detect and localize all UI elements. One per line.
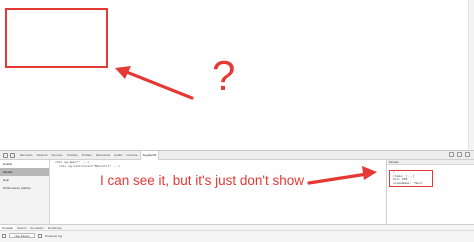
drawer-tab-rendering[interactable]: Rendering xyxy=(46,225,64,230)
devtools-toolbar: Elements Network Sources Timeline Profil… xyxy=(0,151,474,160)
tab-resources[interactable]: Resources xyxy=(94,151,112,160)
frame-select[interactable]: <top frame> xyxy=(9,233,36,238)
preserve-log-label: Preserve log xyxy=(45,233,63,238)
scope-tree: <div ng-app="" ...> <div ng-controller="… xyxy=(51,160,386,224)
models-panel: Models { items: [...] $id: 002 scopeName… xyxy=(386,160,474,224)
sidebar-item-performance[interactable]: Performance (Alpha) xyxy=(0,184,49,192)
dock-icon[interactable] xyxy=(457,152,462,157)
screenshot: ... Elements Network Sources Timeline Pr… xyxy=(0,0,474,242)
question-mark: ? xyxy=(212,52,236,99)
drawer-tabs: Console Search Emulation Rendering xyxy=(0,225,474,231)
tab-angularjs[interactable]: AngularJS xyxy=(139,151,160,160)
model-values-box: { items: [...] $id: 002 scopeName: 'Main… xyxy=(389,170,433,187)
tab-timeline[interactable]: Timeline xyxy=(65,151,80,160)
settings-icon[interactable] xyxy=(449,152,454,157)
tab-profiles[interactable]: Profiles xyxy=(80,151,94,160)
drawer-tab-console[interactable]: Console xyxy=(0,225,16,230)
preserve-log-checkbox[interactable] xyxy=(38,233,43,238)
close-icon[interactable] xyxy=(465,152,470,157)
scope-tree-line[interactable]: <div ng-controller="MainCtrl" ...> xyxy=(51,164,386,168)
box-placeholder-text: ... xyxy=(14,14,18,19)
viewport-scrollbar[interactable] xyxy=(468,0,474,150)
callout-text: I can see it, but it's just don't show xyxy=(100,173,305,188)
tab-sources[interactable]: Sources xyxy=(50,151,65,160)
missing-content-box: ... xyxy=(5,8,108,68)
tab-network[interactable]: Network xyxy=(35,151,50,160)
clear-console-icon[interactable] xyxy=(2,233,6,238)
angularjs-sidebar: Enable Models Help Performance (Alpha) xyxy=(0,160,50,224)
sidebar-item-enable[interactable]: Enable xyxy=(0,160,49,168)
devtools-panel: Elements Network Sources Timeline Profil… xyxy=(0,150,474,242)
devtools-tabs: Elements Network Sources Timeline Profil… xyxy=(18,151,160,160)
drawer-tab-emulation[interactable]: Emulation xyxy=(29,225,46,230)
console-toolbar: <top frame> Preserve log xyxy=(2,233,62,238)
tab-console[interactable]: Console xyxy=(124,151,139,160)
drawer-tab-search[interactable]: Search xyxy=(15,225,29,230)
sidebar-item-models[interactable]: Models xyxy=(0,168,49,176)
tab-elements[interactable]: Elements xyxy=(18,151,35,160)
drawer: Console Search Emulation Rendering <top … xyxy=(0,224,474,242)
devtools-window-controls xyxy=(449,152,470,157)
model-line: scopeName: 'Main' xyxy=(393,180,424,185)
browser-viewport: ... xyxy=(0,0,474,150)
sidebar-item-help[interactable]: Help xyxy=(0,176,49,184)
tab-audits[interactable]: Audits xyxy=(112,151,124,160)
device-mode-icon[interactable] xyxy=(10,153,15,158)
inspect-element-icon[interactable] xyxy=(3,153,8,158)
models-panel-header[interactable]: Models xyxy=(387,160,474,165)
